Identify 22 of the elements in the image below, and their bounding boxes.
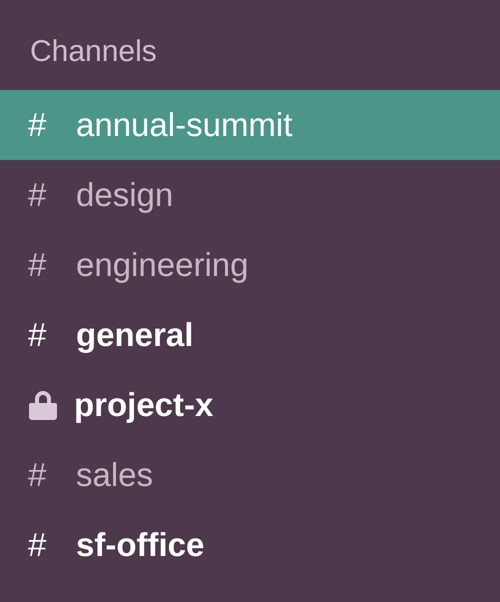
hash-symbol: # [28,246,48,284]
section-heading: Channels [30,34,157,70]
channel-item[interactable]: # annual-summit [0,90,500,160]
channel-name: sf-office [76,526,204,564]
channel-item[interactable]: # engineering [0,230,500,300]
lock-icon [28,389,58,421]
hash-symbol: # [28,456,48,494]
hash-symbol: # [28,526,48,564]
channel-name: project-x [74,386,214,424]
hash-symbol: # [28,176,48,214]
channel-name: engineering [76,246,248,284]
channel-item[interactable]: project-x [0,370,500,440]
hash-symbol: # [28,316,48,354]
channel-item[interactable]: # sales [0,440,500,510]
channel-item[interactable]: # general [0,300,500,370]
channel-item[interactable]: # sf-office [0,510,500,580]
hash-symbol: # [28,106,48,144]
channel-name: sales [76,456,154,494]
channel-name: design [76,176,174,214]
channel-name: annual-summit [76,106,292,144]
channel-name: general [76,316,194,354]
channel-item[interactable]: # design [0,160,500,230]
